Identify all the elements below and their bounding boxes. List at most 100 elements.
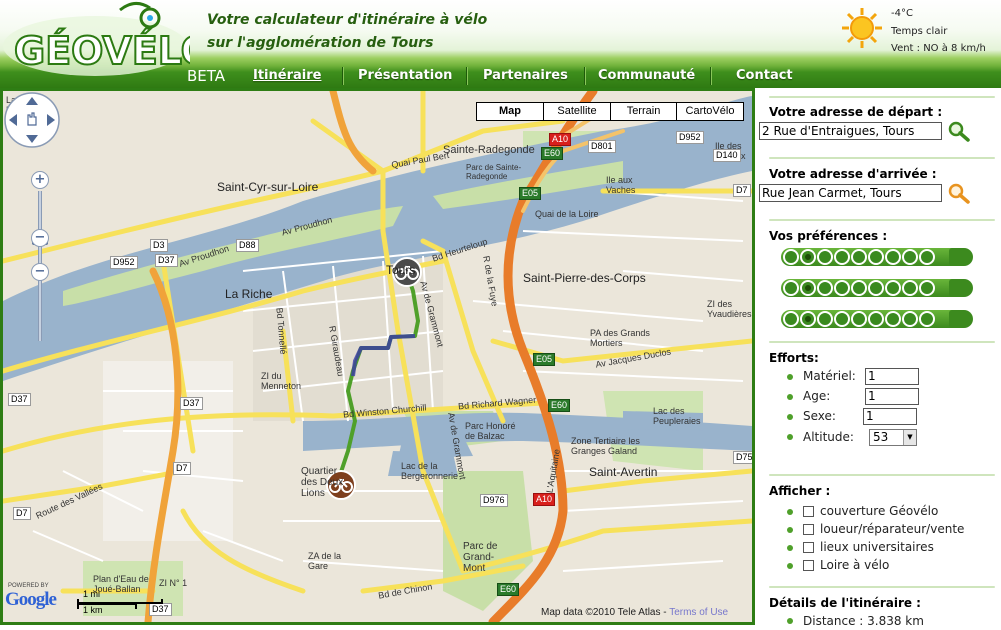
sexe-input[interactable]: 1 bbox=[863, 408, 917, 425]
preference-dot[interactable] bbox=[902, 249, 918, 265]
altitude-label: Altitude: bbox=[803, 430, 854, 444]
search-start-icon[interactable] bbox=[947, 120, 971, 142]
zoom-out-step[interactable]: − bbox=[31, 229, 49, 247]
preference-dot[interactable] bbox=[800, 249, 816, 265]
zoom-out-button[interactable]: − bbox=[31, 263, 49, 281]
panel-divider bbox=[769, 474, 995, 476]
bullet bbox=[787, 618, 793, 624]
start-address-label: Votre adresse de départ : bbox=[769, 105, 943, 119]
route-sidebar: Votre adresse de départ : 2 Rue d'Entrai… bbox=[755, 88, 1001, 630]
bullet bbox=[787, 414, 793, 420]
nav-presentation[interactable]: Présentation bbox=[358, 68, 452, 83]
layer-checkbox[interactable] bbox=[803, 542, 814, 553]
end-marker-icon[interactable] bbox=[325, 469, 357, 501]
preference-slider[interactable] bbox=[781, 248, 973, 266]
shield-d37: D37 bbox=[149, 603, 172, 616]
start-address-input[interactable]: 2 Rue d'Entraigues, Tours bbox=[759, 122, 942, 140]
panel-divider bbox=[769, 586, 995, 588]
nav-contact[interactable]: Contact bbox=[736, 68, 793, 83]
preference-dot[interactable] bbox=[817, 311, 833, 327]
altitude-select[interactable]: 53 ▼ bbox=[869, 429, 917, 446]
map-frame: Saint-Cyr-sur-Loire Sainte-Radegonde La … bbox=[0, 88, 755, 625]
end-address-input[interactable]: Rue Jean Carmet, Tours bbox=[759, 184, 942, 202]
preference-dot[interactable] bbox=[783, 311, 799, 327]
shield-d952: D952 bbox=[110, 256, 138, 269]
layer-checkbox[interactable] bbox=[803, 560, 814, 571]
chevron-down-icon: ▼ bbox=[903, 430, 916, 445]
shield-d37: D37 bbox=[180, 397, 203, 410]
nav-partenaires[interactable]: Partenaires bbox=[483, 68, 568, 83]
preference-dot[interactable] bbox=[919, 280, 935, 296]
preference-dot[interactable] bbox=[885, 280, 901, 296]
preference-dot[interactable] bbox=[800, 280, 816, 296]
shield-a10: A10 bbox=[549, 133, 572, 146]
preference-dot[interactable] bbox=[817, 280, 833, 296]
shield-d37: D37 bbox=[155, 254, 178, 267]
preference-slider[interactable] bbox=[781, 310, 973, 328]
geovelo-logo[interactable]: GÉOVÉLO bbox=[0, 0, 190, 80]
nav-itineraire[interactable]: Itinéraire bbox=[253, 68, 321, 83]
preference-dot[interactable] bbox=[783, 249, 799, 265]
map-base bbox=[3, 91, 752, 622]
preference-dot[interactable] bbox=[868, 280, 884, 296]
preference-dot[interactable] bbox=[919, 311, 935, 327]
preference-dot[interactable] bbox=[851, 280, 867, 296]
details-label: Détails de l'itinéraire : bbox=[769, 596, 921, 610]
layer-checkbox[interactable] bbox=[803, 506, 814, 517]
shield-e05: E05 bbox=[519, 187, 542, 200]
shield-d37: D37 bbox=[8, 393, 31, 406]
preference-dot[interactable] bbox=[851, 249, 867, 265]
shield-d7: D7 bbox=[173, 462, 191, 475]
layer-checkbox[interactable] bbox=[803, 524, 814, 535]
preference-dot[interactable] bbox=[902, 311, 918, 327]
materiel-label: Matériel: bbox=[803, 369, 856, 383]
preference-dot[interactable] bbox=[885, 249, 901, 265]
preference-dot[interactable] bbox=[800, 311, 816, 327]
preference-slider[interactable] bbox=[781, 279, 973, 297]
preference-dot[interactable] bbox=[851, 311, 867, 327]
nav-communaute[interactable]: Communauté bbox=[598, 68, 695, 83]
layer-label: loueur/réparateur/vente bbox=[820, 522, 965, 536]
weather-wind: Vent : NO à 8 km/h bbox=[891, 43, 986, 54]
google-logo[interactable]: Google bbox=[5, 589, 57, 611]
age-input[interactable]: 1 bbox=[865, 388, 919, 405]
layer-label: lieux universitaires bbox=[820, 540, 934, 554]
map-type-terrain[interactable]: Terrain bbox=[610, 102, 677, 121]
preference-dot[interactable] bbox=[834, 280, 850, 296]
map-type-map[interactable]: Map bbox=[476, 102, 544, 121]
search-end-icon[interactable] bbox=[947, 182, 971, 204]
weather-condition: Temps clair bbox=[891, 26, 948, 37]
logo-text: GÉOVÉLO bbox=[14, 29, 190, 73]
pan-control[interactable] bbox=[3, 91, 61, 149]
preference-dot[interactable] bbox=[868, 249, 884, 265]
shield-d7: D7 bbox=[13, 507, 31, 520]
zoom-in-button[interactable]: + bbox=[31, 171, 49, 189]
bullet bbox=[787, 545, 793, 551]
map-attribution: Map data ©2010 Tele Atlas - Terms of Use bbox=[541, 607, 728, 618]
shield-d88: D88 bbox=[236, 239, 259, 252]
preference-dot[interactable] bbox=[902, 280, 918, 296]
shield-a10: A10 bbox=[533, 493, 556, 506]
preference-dot[interactable] bbox=[834, 311, 850, 327]
scale-km-label: 1 km bbox=[83, 605, 103, 615]
bullet bbox=[787, 374, 793, 380]
start-marker-icon[interactable] bbox=[391, 256, 423, 288]
materiel-input[interactable]: 1 bbox=[865, 368, 919, 385]
preference-dot[interactable] bbox=[817, 249, 833, 265]
route-map[interactable]: Saint-Cyr-sur-Loire Sainte-Radegonde La … bbox=[3, 91, 752, 622]
sexe-label: Sexe: bbox=[803, 409, 836, 423]
panel-divider bbox=[769, 219, 995, 221]
map-type-cartovelo[interactable]: CartoVélo bbox=[676, 102, 744, 121]
shield-e60: E60 bbox=[497, 583, 520, 596]
preference-dot[interactable] bbox=[868, 311, 884, 327]
preference-dot[interactable] bbox=[783, 280, 799, 296]
afficher-label: Afficher : bbox=[769, 484, 831, 498]
weather-temperature: -4°C bbox=[891, 8, 913, 19]
layer-label: Loire à vélo bbox=[820, 558, 890, 572]
preference-dot[interactable] bbox=[834, 249, 850, 265]
preference-dot[interactable] bbox=[885, 311, 901, 327]
map-type-satellite[interactable]: Satellite bbox=[543, 102, 611, 121]
terms-of-use-link[interactable]: Terms of Use bbox=[669, 607, 728, 618]
preference-dot[interactable] bbox=[919, 249, 935, 265]
shield-d7: D7 bbox=[733, 184, 751, 197]
